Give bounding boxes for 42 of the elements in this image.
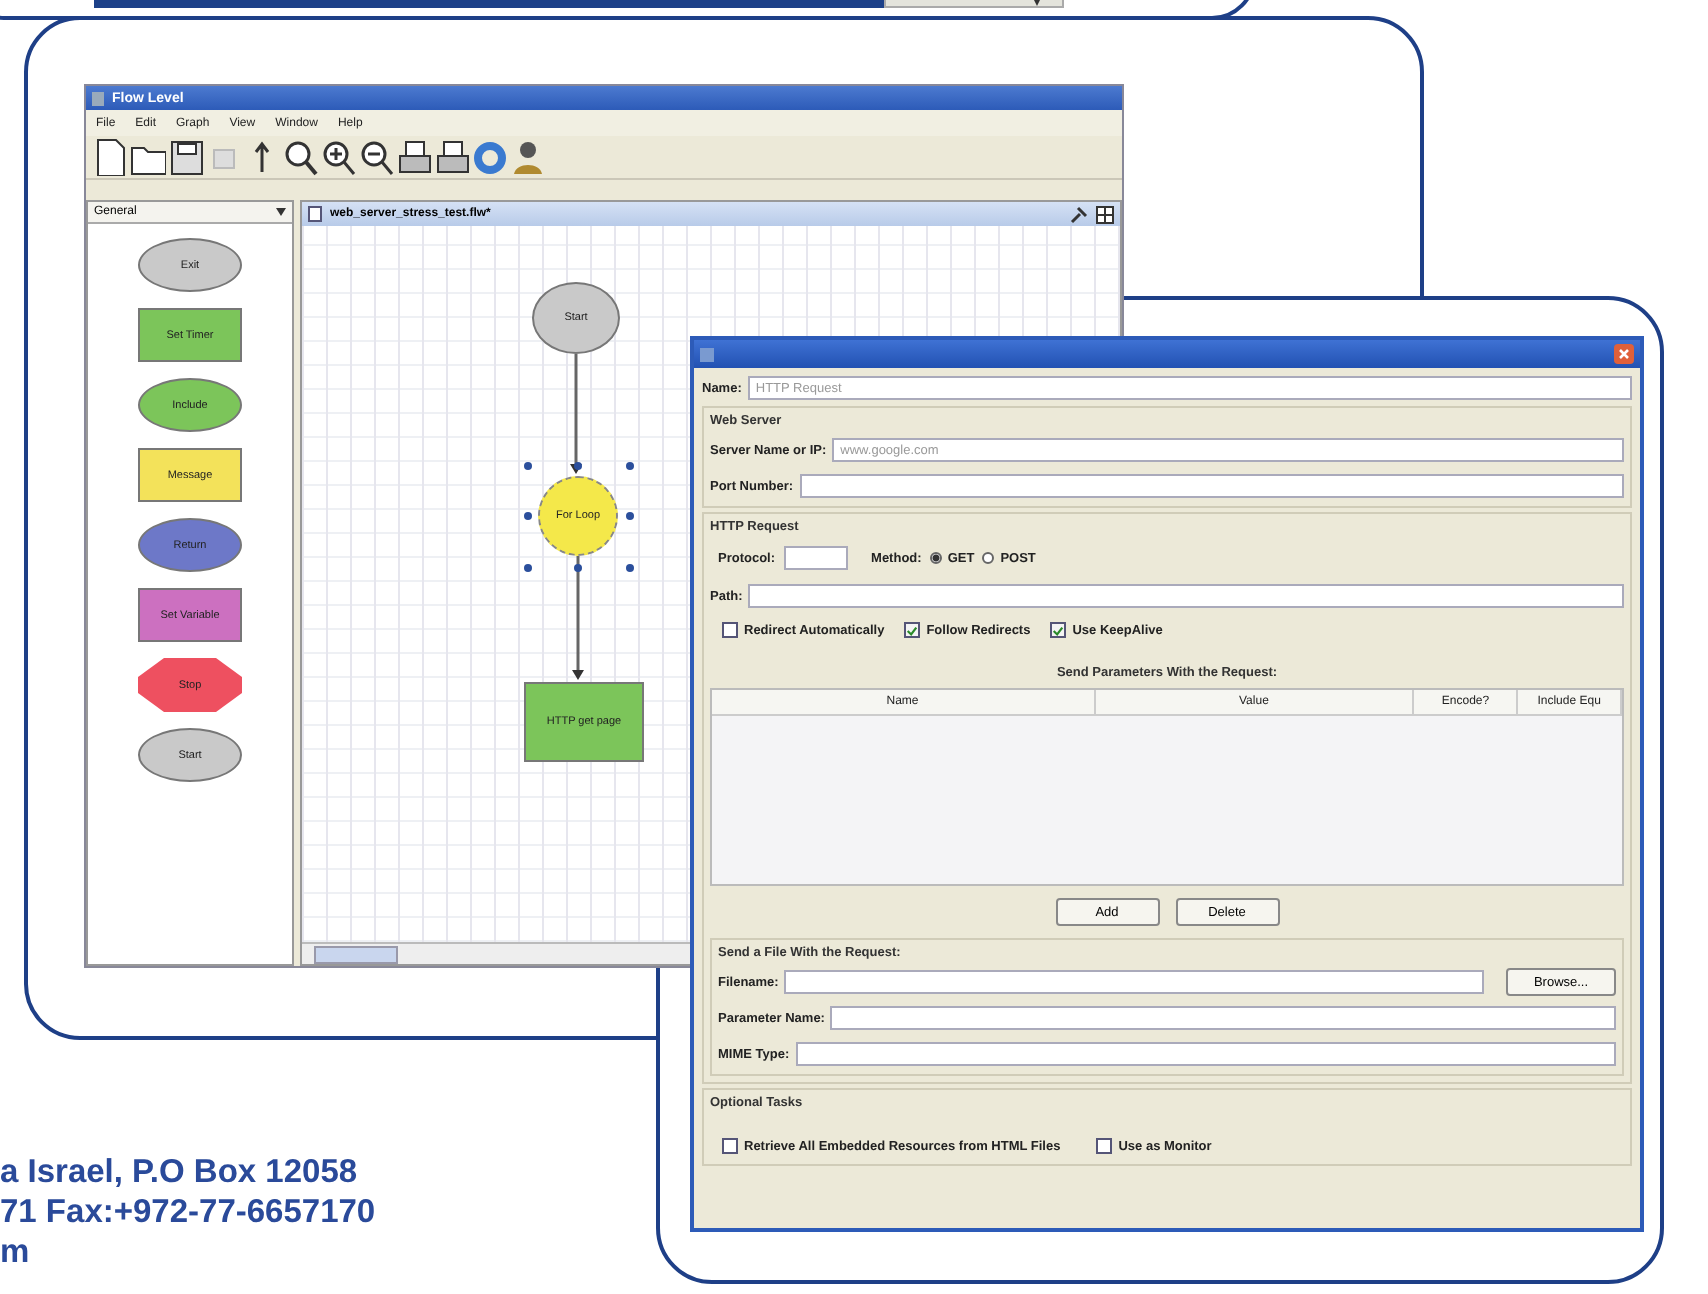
checkbox[interactable] (904, 622, 921, 638)
ring-icon[interactable] (472, 138, 508, 176)
connector-arrow (572, 556, 584, 680)
new-file-icon[interactable] (92, 138, 128, 176)
checkbox[interactable] (722, 1138, 738, 1154)
contact-text: a Israel, P.O Box 12058 (0, 1154, 360, 1192)
text-field[interactable] (748, 584, 1624, 608)
checkbox[interactable] (1096, 1138, 1113, 1154)
contact-text: m (0, 1234, 32, 1272)
text-field[interactable] (784, 970, 1484, 994)
app-icon (92, 91, 104, 105)
text-field[interactable] (830, 1006, 1616, 1030)
text-field[interactable] (799, 474, 1624, 498)
selection-handle[interactable] (626, 462, 634, 470)
save-icon[interactable] (168, 138, 204, 176)
selection-handle[interactable] (524, 462, 532, 470)
radio-button[interactable] (929, 552, 942, 564)
caret-icon (276, 208, 286, 216)
grid-icon[interactable] (1096, 205, 1114, 223)
printer-icon[interactable] (396, 138, 432, 176)
text-field[interactable] (795, 1042, 1616, 1066)
scroll-thumb[interactable] (314, 945, 398, 963)
radio-button[interactable] (982, 552, 995, 564)
checkbox[interactable] (722, 622, 738, 638)
selection-handle[interactable] (626, 512, 634, 520)
printer-icon[interactable] (434, 138, 470, 176)
selection-handle[interactable] (626, 564, 634, 572)
zoom-in-icon[interactable] (320, 138, 356, 176)
person-icon[interactable] (510, 138, 546, 176)
selection-handle[interactable] (524, 564, 532, 572)
app-icon (700, 347, 714, 361)
file-icon (308, 206, 322, 222)
selection-handle[interactable] (524, 512, 532, 520)
selection-handle[interactable] (574, 564, 582, 572)
checkbox[interactable] (1050, 622, 1067, 638)
search-icon[interactable] (282, 138, 318, 176)
text-field[interactable] (783, 546, 848, 570)
zoom-out-icon[interactable] (358, 138, 394, 176)
connector-arrow (570, 354, 582, 474)
selection-handle[interactable] (574, 462, 582, 470)
contact-text: 71 Fax:+972-77-6657170 (0, 1194, 376, 1232)
close-button[interactable] (1614, 344, 1634, 364)
